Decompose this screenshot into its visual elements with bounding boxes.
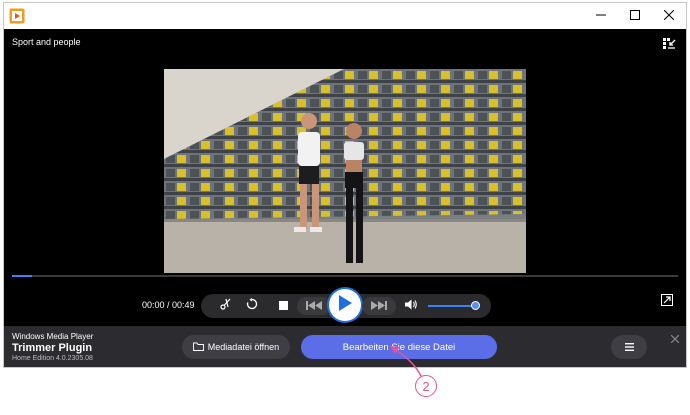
annotation-arrow xyxy=(390,346,422,377)
annotation-badge: 2 xyxy=(415,375,437,397)
